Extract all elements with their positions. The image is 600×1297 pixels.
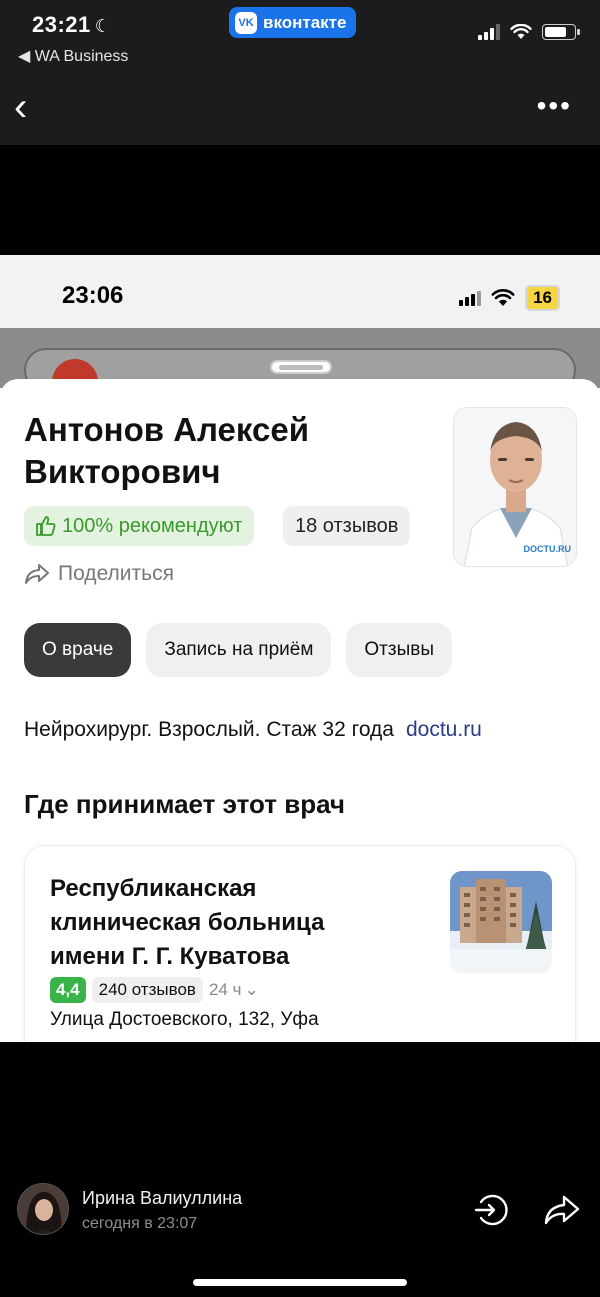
clinic-address: Улица Достоевского, 132, Уфа (50, 1009, 319, 1030)
battery-icon (542, 24, 580, 40)
sent-time: сегодня в 23:07 (82, 1215, 198, 1232)
doctor-specialty: Нейрохирург. Взрослый. Стаж 32 года doctu… (24, 718, 482, 742)
message-footer: Ирина Валиуллина сегодня в 23:07 (0, 1160, 600, 1260)
clinic-rating-row: 4,4 240 отзывов 24 ч ⌄ (50, 977, 259, 1003)
status-indicators (478, 24, 580, 40)
cellular-signal-icon (478, 24, 500, 40)
photo-watermark: DOCTU.RU (523, 544, 572, 554)
tab-about-doctor[interactable]: О враче (24, 623, 132, 677)
status-time: 23:21 ☾ (32, 12, 112, 37)
forward-in-icon[interactable] (472, 1190, 512, 1230)
recommend-label: 100% рекомендуют (62, 514, 243, 537)
recommend-badge[interactable]: 100% рекомендуют (24, 506, 255, 546)
wifi-icon (510, 24, 532, 39)
inner-battery-indicator: 16 (525, 285, 560, 311)
clinic-rating: 4,4 (50, 977, 86, 1003)
share-forward-icon[interactable] (542, 1190, 582, 1230)
section-title: Где принимает этот врач (24, 789, 345, 819)
avatar[interactable] (17, 1183, 69, 1235)
specialty-text: Нейрохирург. Взрослый. Стаж 32 года (24, 718, 394, 741)
doctor-photo[interactable]: DOCTU.RU (453, 407, 577, 567)
more-options-icon[interactable]: ••• (537, 92, 572, 120)
clinic-photo[interactable] (450, 871, 552, 973)
sender-name: Ирина Валиуллина (82, 1188, 243, 1208)
clinic-reviews[interactable]: 240 отзывов (91, 977, 203, 1003)
source-link[interactable]: doctu.ru (406, 718, 482, 741)
inner-signal-icon (459, 290, 482, 306)
clinic-hours[interactable]: 24 ч ⌄ (209, 980, 259, 1000)
back-to-app-link[interactable]: ◀ WA Business (18, 46, 128, 66)
home-indicator[interactable] (193, 1279, 407, 1286)
tab-appointment[interactable]: Запись на приём (146, 623, 332, 677)
tab-reviews[interactable]: Отзывы (346, 623, 453, 677)
inner-status-indicators: 16 (459, 285, 560, 311)
clinic-card[interactable]: Республиканская клиническая больница име… (24, 845, 576, 1042)
vk-badge-label: вконтакте (263, 12, 347, 32)
inner-status-time: 23:06 (62, 282, 124, 309)
vk-app-badge[interactable]: VK вконтакте (229, 7, 357, 38)
doctor-name: Антонов Алексей Викторович (24, 411, 309, 490)
chevron-down-icon: ⌄ (244, 980, 259, 999)
thumbs-up-icon (36, 516, 56, 536)
doctor-bottom-sheet: Антонов Алексей Викторович DOCTU.RU 100%… (0, 379, 600, 1042)
moon-icon: ☾ (94, 16, 112, 36)
outer-status-bar: 23:21 ☾ ◀ WA Business VK вконтакте ‹ ••• (0, 0, 600, 145)
clinic-name: Республиканская клиническая больница име… (50, 875, 325, 970)
shared-screenshot[interactable]: 23:06 16 Антонов Алексей Викторович DOCT… (0, 255, 600, 1042)
vk-logo-icon: VK (235, 11, 257, 34)
inner-status-bar: 23:06 16 (0, 255, 600, 328)
inner-wifi-icon (491, 289, 515, 306)
share-label: Поделиться (58, 562, 174, 585)
sheet-drag-handle[interactable] (270, 360, 332, 374)
hours-label: 24 ч (208, 980, 242, 999)
reviews-count-chip[interactable]: 18 отзывов (283, 506, 411, 546)
doctor-tabs: О враче Запись на приём Отзывы (24, 623, 453, 677)
share-arrow-icon (25, 564, 49, 584)
share-button[interactable]: Поделиться (24, 562, 174, 586)
back-chevron-icon[interactable]: ‹ (14, 87, 42, 128)
